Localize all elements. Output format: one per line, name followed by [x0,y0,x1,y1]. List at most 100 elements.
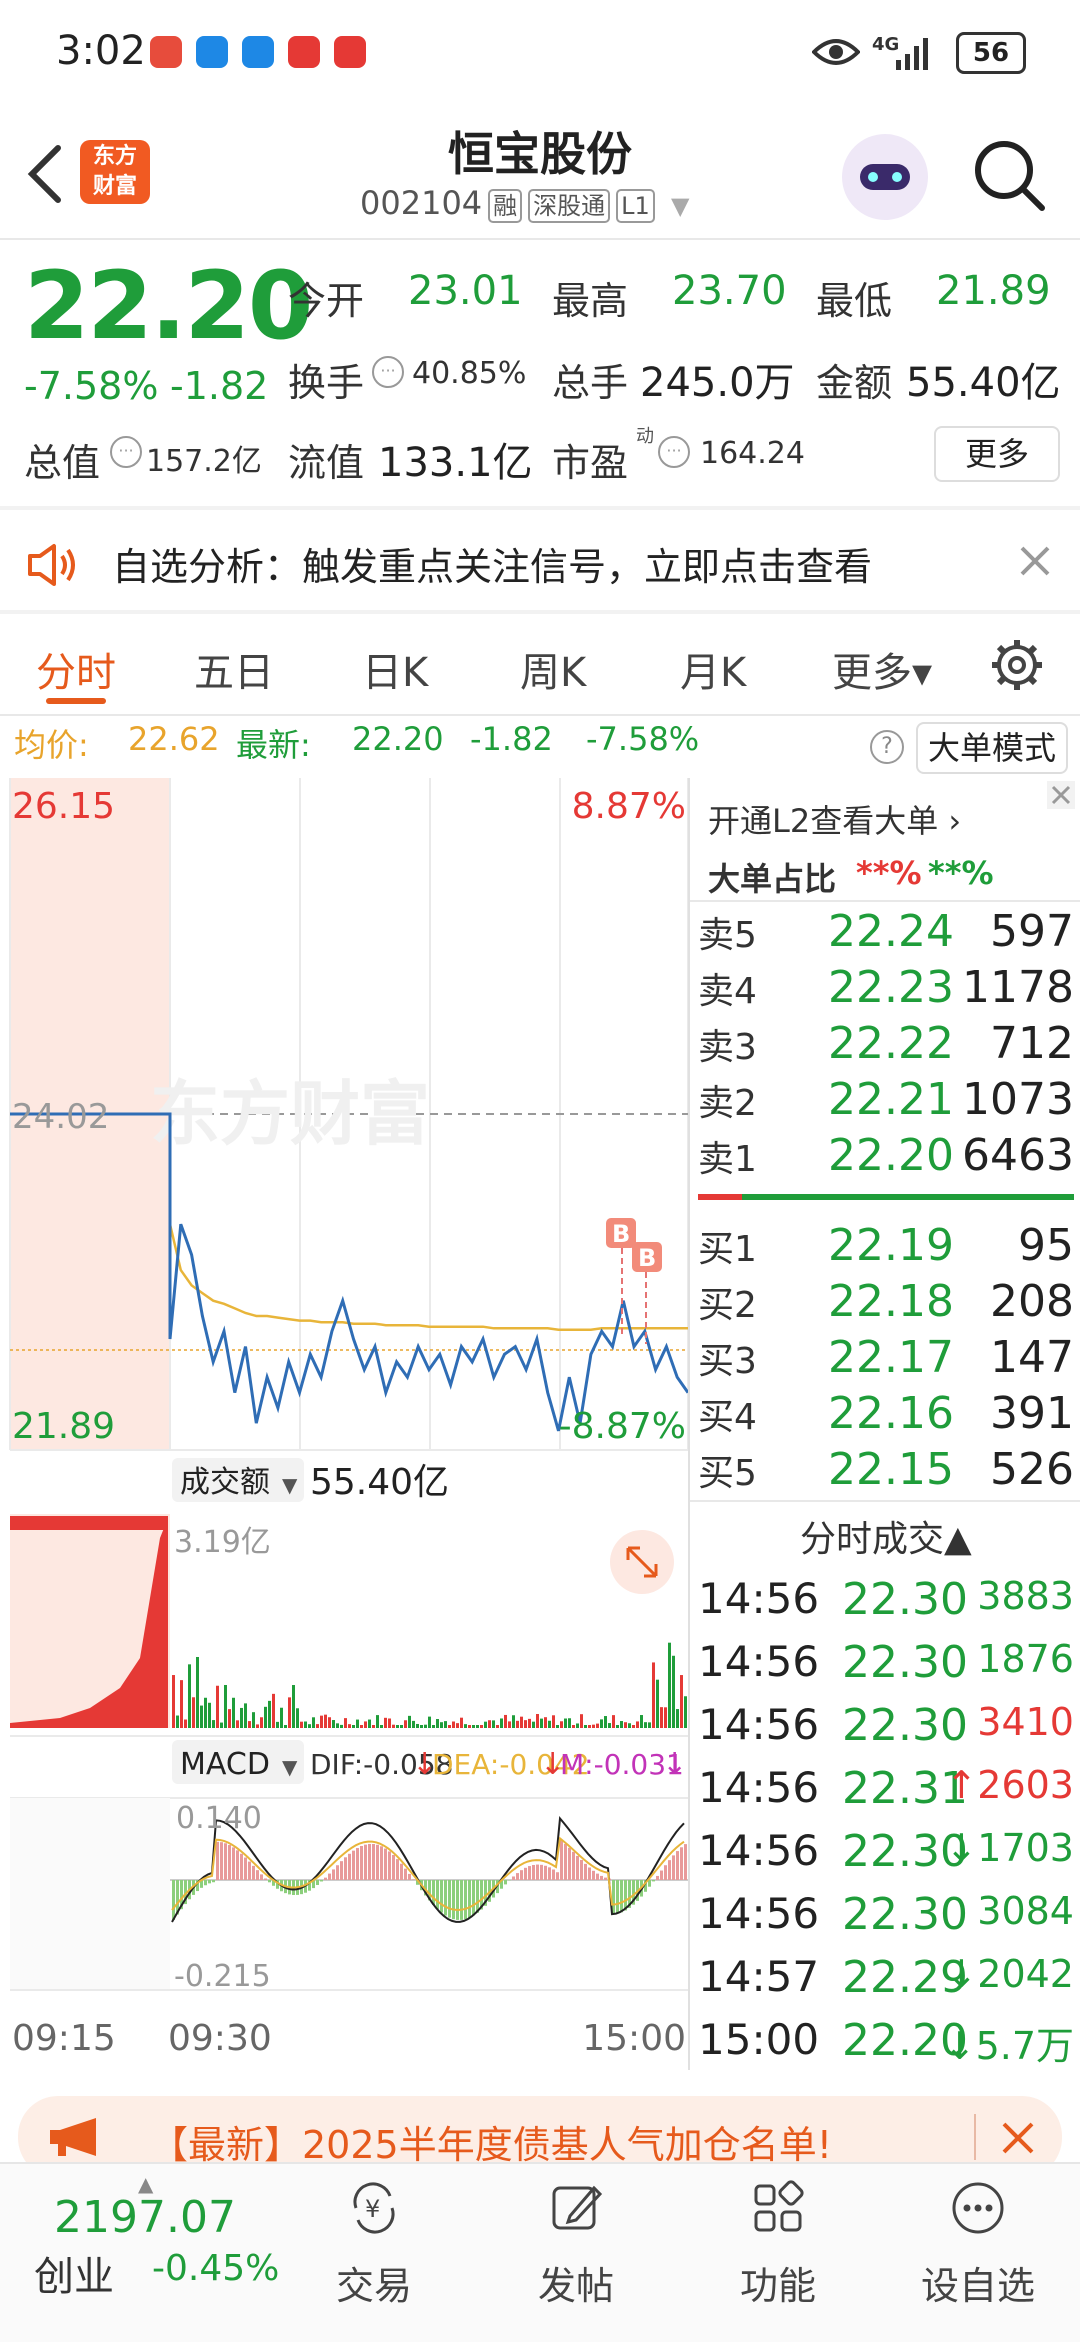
big-order-ratio-label: 大单占比 [708,854,836,900]
app-notification-icon [242,36,274,68]
ask-volume: 1073 [962,1074,1074,1125]
big-order-mode-button[interactable]: 大单模式 [916,722,1068,774]
watermark: 东方财富 [150,1073,430,1155]
nav-functions[interactable]: 功能 [708,2180,848,2310]
ask-row[interactable]: 卖122.206463 [698,1130,1078,1186]
tab-weekly-k[interactable]: 周K [520,640,586,698]
index-value: 2197.07 [54,2192,236,2243]
ask-level-label: 卖1 [698,1130,757,1182]
close-icon[interactable] [1018,544,1052,578]
x-label-open: 09:30 [168,2018,272,2059]
trade-volume: ↓2042 [945,1952,1074,1996]
macd-selector-label[interactable]: MACD [180,1747,270,1782]
stock-code-row: 002104融深股通L1 ▼ [360,184,689,223]
ask-row[interactable]: 卖322.22712 [698,1018,1078,1074]
ask-row[interactable]: 卖522.24597 [698,906,1078,962]
trade-volume-value: 3410 [977,1700,1074,1744]
tab-five-day[interactable]: 五日 [194,640,274,698]
gear-icon[interactable] [990,638,1044,692]
pe-value: 164.24 [700,436,805,471]
index-ticker[interactable]: ▲ 2197.07 创业 -0.45% [24,2180,284,2320]
bid-price: 22.16 [828,1388,954,1439]
nav-post[interactable]: 发帖 [506,2180,646,2310]
ask-row[interactable]: 卖222.211073 [698,1074,1078,1130]
l2-link-text: 开通L2查看大单 [708,802,938,840]
trades-header[interactable]: 分时成交▲ [800,1510,972,1562]
close-icon[interactable] [1046,780,1076,810]
buy-marker-1[interactable]: B [612,1220,630,1248]
trade-volume: ↑2603 [945,1763,1074,1807]
nav-trade-label: 交易 [304,2255,444,2310]
trade-volume: 3883 [977,1574,1074,1618]
intraday-chart[interactable]: 东方财富 B B 26.15 24.02 21.89 8.87% -8.87% … [0,778,690,2070]
tab-monthly-k[interactable]: 月K [680,640,746,698]
ask-row[interactable]: 卖422.231178 [698,962,1078,1018]
help-icon[interactable]: ? [870,730,904,764]
battery-indicator: 56 [956,32,1026,74]
y-bottom-label: 21.89 [12,1406,115,1447]
edit-icon [548,2180,604,2236]
avg-price: 22.62 [128,720,220,758]
signal-icon [894,36,934,70]
pe-superscript: 动 [636,422,654,448]
buy-marker-2[interactable]: B [638,1244,656,1272]
tab-intraday[interactable]: 分时 [36,640,116,698]
svg-text:↓: ↓ [662,1747,687,1782]
robot-assistant-icon[interactable] [842,134,928,220]
trade-price: 22.30 [842,1889,968,1940]
high-value: 23.70 [672,268,787,314]
ask-level-label: 卖4 [698,962,757,1014]
trade-row: 14:5622.303084 [698,1889,1078,1951]
index-name: 创业 [34,2244,114,2302]
bid-row[interactable]: 买422.16391 [698,1388,1078,1444]
tag-margin: 融 [488,189,522,223]
trade-row: 14:5622.303883 [698,1574,1078,1636]
trade-time: 14:56 [698,1826,819,1875]
bid-volume: 391 [990,1388,1074,1439]
low-value: 21.89 [936,268,1051,314]
notice-bar[interactable]: 自选分析：触发重点关注信号，立即点击查看 [0,510,1080,610]
bid-level-label: 买2 [698,1276,757,1328]
yen-cycle-icon: ¥ [346,2180,402,2236]
trade-volume-value: 1876 [977,1637,1074,1681]
macd-pre-shade [10,1798,170,1990]
pe-label: 市盈 [552,432,628,487]
info-icon[interactable]: ··· [372,356,404,388]
bid-row[interactable]: 买322.17147 [698,1332,1078,1388]
ask-volume: 597 [990,906,1074,957]
nav-add-watchlist-label: 设自选 [908,2255,1048,2310]
trade-row: 14:5722.29↓2042 [698,1952,1078,2014]
bid-row[interactable]: 买522.15526 [698,1444,1078,1500]
close-icon[interactable] [1000,2120,1036,2156]
divider [974,2114,976,2160]
nav-trade[interactable]: ¥ 交易 [304,2180,444,2310]
trade-volume-value: 5.7万 [976,2024,1074,2068]
nav-functions-label: 功能 [708,2255,848,2310]
dropdown-arrow-icon[interactable]: ▼ [671,192,689,220]
more-button[interactable]: 更多 [934,426,1060,482]
nav-add-watchlist[interactable]: 设自选 [908,2180,1048,2310]
volume-total: 55.40亿 [310,1462,449,1503]
tab-more[interactable]: 更多▾ [832,640,932,698]
trade-volume: 3084 [977,1889,1074,1933]
ask-price: 22.21 [828,1074,954,1125]
info-icon[interactable]: ··· [658,436,690,468]
float-value: 133.1亿 [378,430,533,488]
search-icon[interactable] [972,138,1048,214]
x-label-close: 15:00 [582,2018,686,2059]
macd-bottom-label: -0.215 [174,1959,271,1994]
bid-row[interactable]: 买122.1995 [698,1220,1078,1276]
trade-arrow: ↑ [945,1763,977,1807]
tab-daily-k[interactable]: 日K [362,640,428,698]
open-label: 今开 [288,270,364,325]
bid-price: 22.19 [828,1220,954,1271]
message-notification-icon [196,36,228,68]
info-icon[interactable]: ··· [110,436,142,468]
y-mid-label: 24.02 [12,1097,109,1137]
volume-selector-label[interactable]: 成交额 [180,1465,270,1500]
ask-price: 22.24 [828,906,954,957]
l2-link[interactable]: 开通L2查看大单 › [708,796,961,842]
trade-row: 15:0022.20↓5.7万 [698,2015,1078,2077]
bid-row[interactable]: 买222.18208 [698,1276,1078,1332]
trade-volume-value: 2042 [977,1952,1074,1996]
